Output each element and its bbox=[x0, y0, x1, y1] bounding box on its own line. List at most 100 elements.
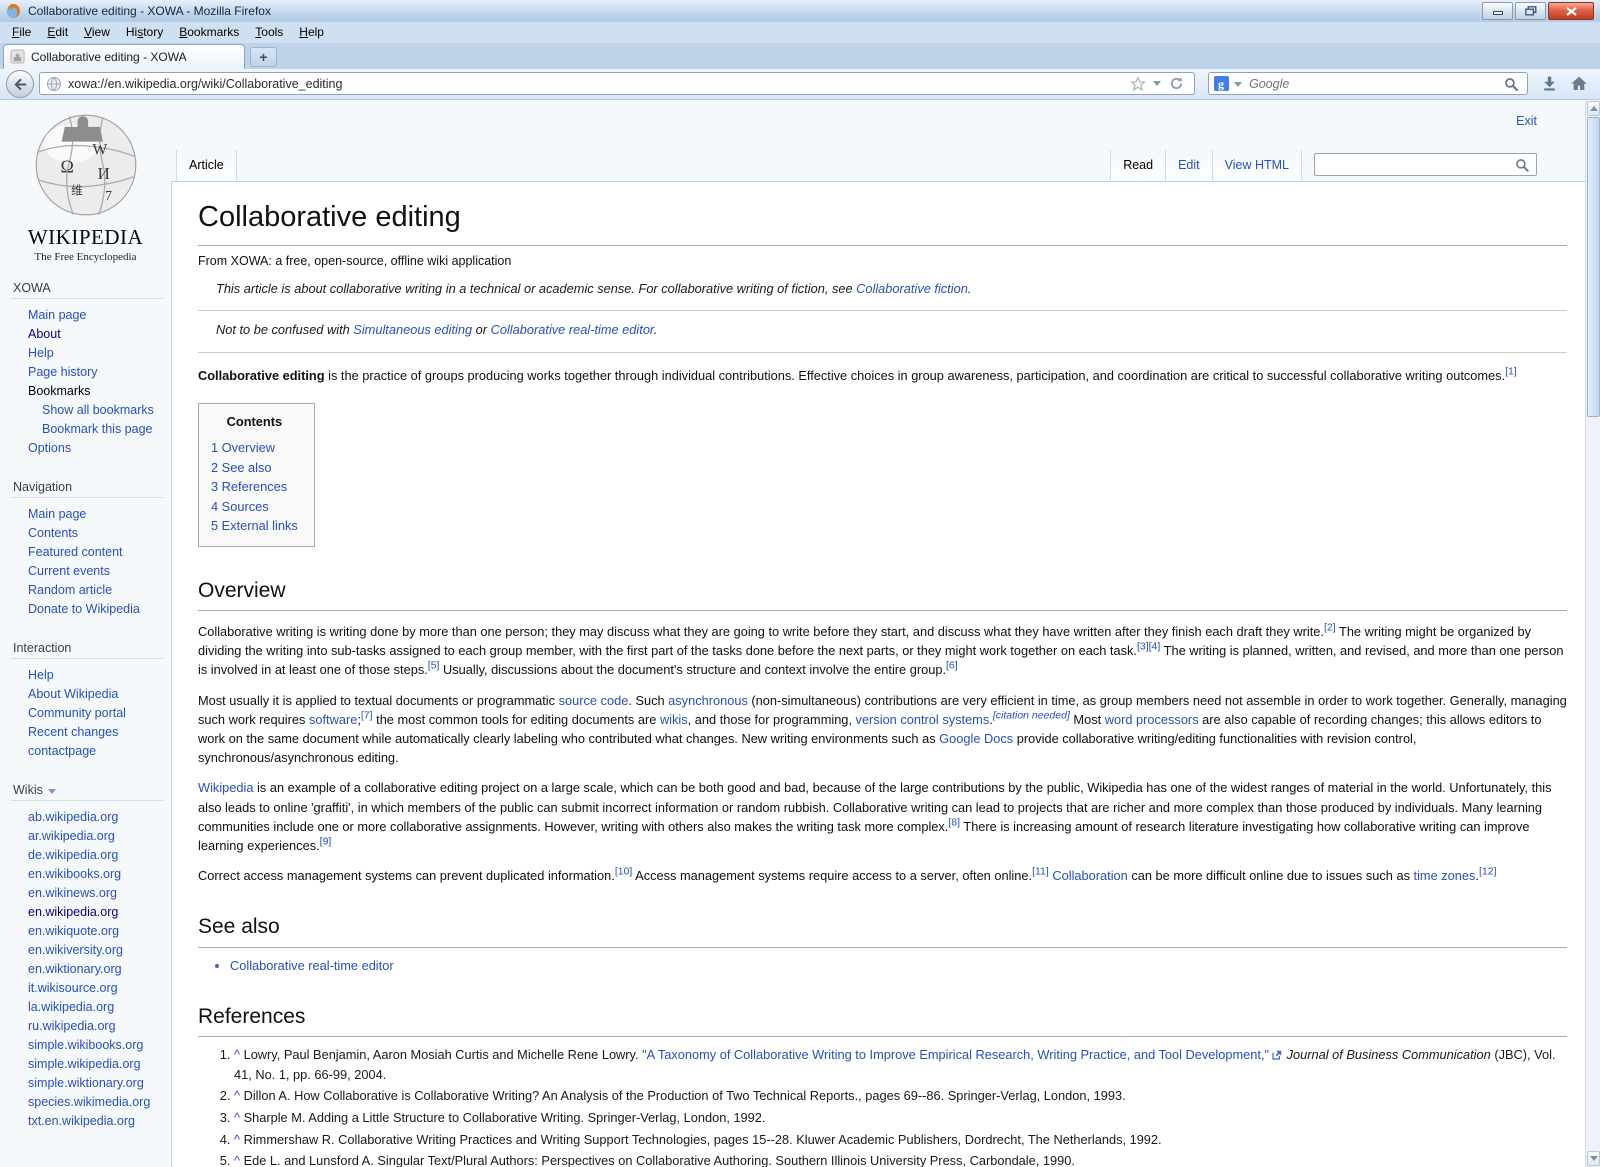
wiki-link[interactable]: Collaborative real-time editor bbox=[230, 958, 394, 973]
site-identity-globe-icon[interactable] bbox=[46, 76, 62, 97]
sidebar-link-en-wikibooks-org[interactable]: en.wikibooks.org bbox=[28, 865, 171, 884]
sidebar-link-en-wikinews-org[interactable]: en.wikinews.org bbox=[28, 884, 171, 903]
wikipedia-logo[interactable]: Ω W И 7 维 WIKIPEDIA The Free Encyclopedi… bbox=[0, 100, 171, 263]
collapse-arrow-icon[interactable] bbox=[48, 789, 56, 794]
search-bar[interactable]: g Google bbox=[1208, 72, 1528, 95]
reference-link[interactable]: [11] bbox=[1032, 866, 1049, 878]
menu-item-tools[interactable]: Tools bbox=[247, 22, 291, 42]
reference-link[interactable]: [5] bbox=[428, 660, 440, 672]
wiki-link[interactable]: Google Docs bbox=[939, 731, 1013, 746]
wiki-link[interactable]: source code bbox=[559, 693, 629, 708]
scroll-up-icon[interactable] bbox=[1587, 101, 1600, 116]
vertical-scrollbar[interactable] bbox=[1585, 100, 1600, 1167]
scroll-down-icon[interactable] bbox=[1587, 1151, 1600, 1166]
tab-article[interactable]: Article bbox=[176, 150, 237, 181]
engine-dropdown-icon[interactable] bbox=[1234, 82, 1242, 87]
sidebar-link-main-page[interactable]: Main page bbox=[28, 306, 171, 325]
reference-link[interactable]: [10] bbox=[615, 866, 633, 878]
sidebar-link-it-wikisource-org[interactable]: it.wikisource.org bbox=[28, 979, 171, 998]
sidebar-link-ar-wikipedia-org[interactable]: ar.wikipedia.org bbox=[28, 827, 171, 846]
reference-link[interactable]: [6] bbox=[946, 660, 958, 672]
wiki-link[interactable]: version control systems bbox=[856, 712, 990, 727]
reload-icon[interactable] bbox=[1169, 76, 1184, 96]
menu-item-bookmarks[interactable]: Bookmarks bbox=[171, 22, 247, 42]
wiki-link[interactable]: Simultaneous editing bbox=[353, 322, 472, 337]
sidebar-link-ru-wikipedia-org[interactable]: ru.wikipedia.org bbox=[28, 1017, 171, 1036]
sidebar-link-en-wiktionary-org[interactable]: en.wiktionary.org bbox=[28, 960, 171, 979]
sidebar-link-community-portal[interactable]: Community portal bbox=[28, 704, 171, 723]
close-button[interactable] bbox=[1548, 2, 1594, 20]
sidebar-link-about-wikipedia[interactable]: About Wikipedia bbox=[28, 685, 171, 704]
sidebar-link-en-wikiversity-org[interactable]: en.wikiversity.org bbox=[28, 941, 171, 960]
wiki-link[interactable]: time zones bbox=[1414, 868, 1476, 883]
sidebar-link-about[interactable]: About bbox=[28, 325, 171, 344]
view-tab-link[interactable]: Edit bbox=[1178, 158, 1200, 172]
sidebar-link-simple-wikibooks-org[interactable]: simple.wikibooks.org bbox=[28, 1036, 171, 1055]
wiki-link[interactable]: software bbox=[309, 712, 357, 727]
reference-link[interactable]: [8] bbox=[948, 816, 960, 828]
wiki-link[interactable]: Collaborative real-time editor bbox=[491, 322, 654, 337]
sidebar-link-txt-en-wikipedia-org[interactable]: txt.en.wikipedia.org bbox=[28, 1112, 171, 1131]
wiki-search-icon[interactable] bbox=[1515, 158, 1530, 178]
downloads-icon[interactable] bbox=[1541, 75, 1558, 97]
browser-tab[interactable]: Collaborative editing - XOWA bbox=[3, 44, 245, 69]
wiki-link[interactable]: wikis bbox=[660, 712, 688, 727]
citation-needed-link[interactable]: [citation needed] bbox=[993, 709, 1070, 721]
menu-item-view[interactable]: View bbox=[76, 22, 118, 42]
view-tab-link[interactable]: View HTML bbox=[1225, 158, 1289, 172]
reference-link[interactable]: [2] bbox=[1324, 622, 1336, 634]
wiki-search-input[interactable] bbox=[1314, 153, 1537, 176]
maximize-button[interactable] bbox=[1515, 2, 1546, 20]
tab-edit[interactable]: Edit bbox=[1165, 150, 1212, 181]
bookmark-star-icon[interactable] bbox=[1130, 76, 1146, 97]
reference-link[interactable]: [3] bbox=[1137, 641, 1149, 653]
google-engine-icon[interactable]: g bbox=[1214, 76, 1229, 96]
sidebar-link-la-wikipedia-org[interactable]: la.wikipedia.org bbox=[28, 998, 171, 1017]
sidebar-link-options[interactable]: Options bbox=[28, 439, 171, 458]
sidebar-link-species-wikimedia-org[interactable]: species.wikimedia.org bbox=[28, 1093, 171, 1112]
search-go-icon[interactable] bbox=[1504, 77, 1519, 97]
sidebar-link-page-history[interactable]: Page history bbox=[28, 363, 171, 382]
url-dropdown-icon[interactable] bbox=[1153, 81, 1161, 86]
address-bar[interactable]: xowa://en.wikipedia.org/wiki/Collaborati… bbox=[39, 72, 1195, 95]
toc-link[interactable]: 1 Overview bbox=[211, 438, 298, 458]
sidebar-link-show-all-bookmarks[interactable]: Show all bookmarks bbox=[42, 401, 171, 420]
back-button[interactable] bbox=[6, 70, 34, 98]
toc-link[interactable]: 3 References bbox=[211, 477, 298, 497]
reference-link[interactable]: [12] bbox=[1479, 866, 1497, 878]
menu-item-edit[interactable]: Edit bbox=[39, 22, 76, 42]
menu-item-file[interactable]: File bbox=[4, 22, 39, 42]
sidebar-link-random-article[interactable]: Random article bbox=[28, 581, 171, 600]
tab-read[interactable]: Read bbox=[1110, 150, 1165, 181]
reference-link[interactable]: [7] bbox=[361, 709, 373, 721]
sidebar-link-simple-wiktionary-org[interactable]: simple.wiktionary.org bbox=[28, 1074, 171, 1093]
tab-view-html[interactable]: View HTML bbox=[1212, 150, 1302, 181]
toc-link[interactable]: 4 Sources bbox=[211, 497, 298, 517]
wiki-link[interactable]: Collaboration bbox=[1052, 868, 1127, 883]
menu-item-help[interactable]: Help bbox=[291, 22, 332, 42]
wiki-link[interactable]: asynchronous bbox=[668, 693, 748, 708]
sidebar-link-recent-changes[interactable]: Recent changes bbox=[28, 723, 171, 742]
wiki-link[interactable]: Wikipedia bbox=[198, 780, 253, 795]
reference-link[interactable]: [1] bbox=[1505, 365, 1517, 377]
home-icon[interactable] bbox=[1570, 76, 1588, 96]
sidebar-link-contents[interactable]: Contents bbox=[28, 524, 171, 543]
sidebar-link-featured-content[interactable]: Featured content bbox=[28, 543, 171, 562]
sidebar-link-en-wikipedia-org[interactable]: en.wikipedia.org bbox=[28, 903, 171, 922]
reference-link[interactable]: [4] bbox=[1149, 641, 1161, 653]
sidebar-link-de-wikipedia-org[interactable]: de.wikipedia.org bbox=[28, 846, 171, 865]
sidebar-link-donate-to-wikipedia[interactable]: Donate to Wikipedia bbox=[28, 600, 171, 619]
menu-item-history[interactable]: History bbox=[118, 22, 171, 42]
sidebar-link-contactpage[interactable]: contactpage bbox=[28, 742, 171, 761]
scrollbar-thumb[interactable] bbox=[1587, 117, 1600, 417]
sidebar-section-title[interactable]: Wikis bbox=[11, 781, 163, 801]
wiki-link[interactable]: word processors bbox=[1105, 712, 1199, 727]
toc-link[interactable]: 5 External links bbox=[211, 516, 298, 536]
new-tab-button[interactable]: + bbox=[250, 47, 277, 67]
minimize-button[interactable] bbox=[1482, 2, 1513, 20]
wiki-link[interactable]: Collaborative fiction bbox=[856, 281, 968, 296]
sidebar-link-ab-wikipedia-org[interactable]: ab.wikipedia.org bbox=[28, 808, 171, 827]
toc-link[interactable]: 2 See also bbox=[211, 458, 298, 478]
sidebar-link-main-page[interactable]: Main page bbox=[28, 505, 171, 524]
sidebar-link-help[interactable]: Help bbox=[28, 344, 171, 363]
